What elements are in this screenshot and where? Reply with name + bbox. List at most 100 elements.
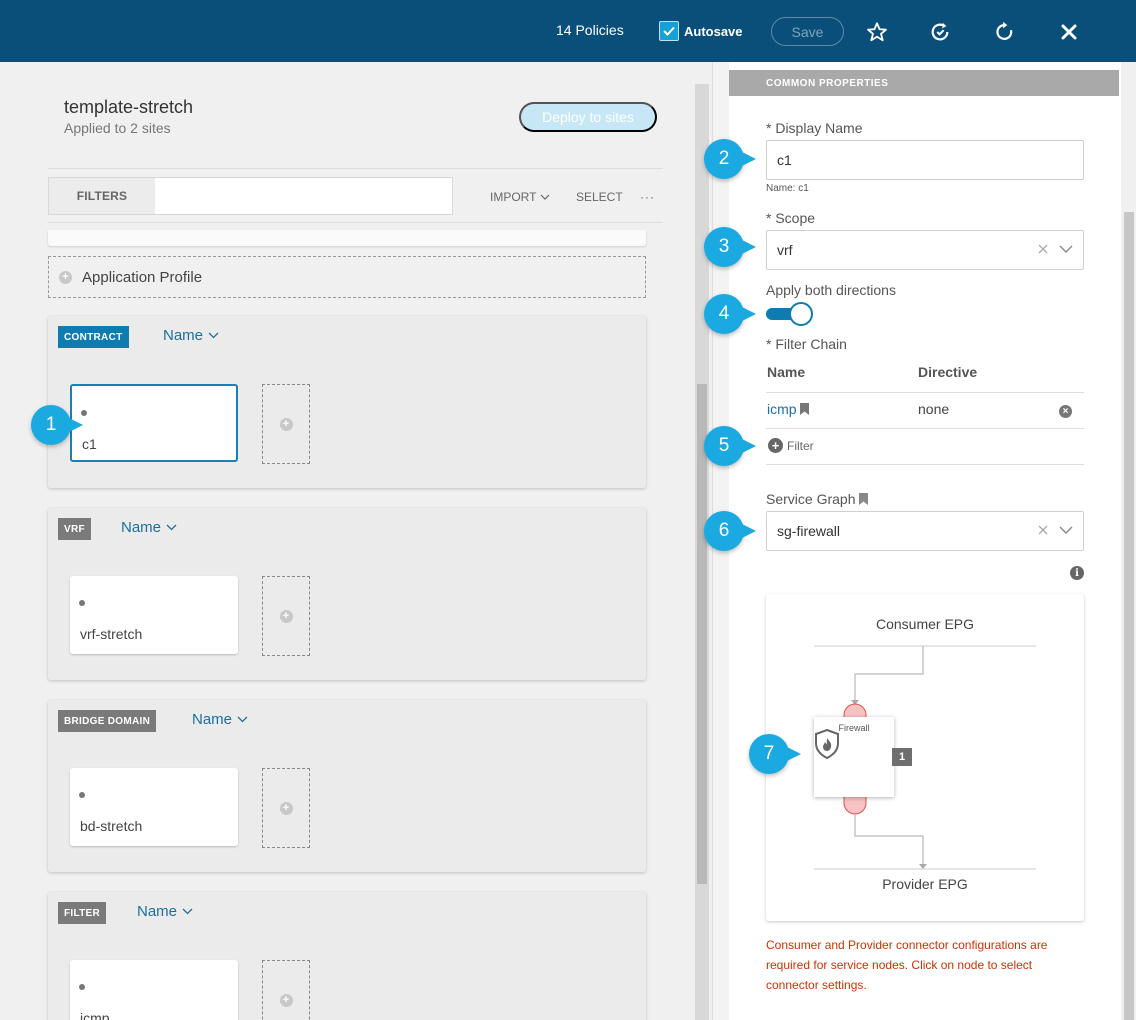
application-profile-label: Application Profile: [82, 268, 203, 286]
display-name-input[interactable]: c1: [766, 140, 1084, 180]
callout-5: 5: [704, 426, 756, 466]
add-filter-button[interactable]: + Filter: [768, 438, 814, 453]
object-name: bd-stretch: [80, 818, 143, 834]
callout-6: 6: [704, 511, 756, 551]
plus-circle-icon: +: [279, 609, 293, 623]
add-filter-label: Filter: [787, 438, 814, 453]
scrollbar-thumb[interactable]: [697, 384, 707, 884]
filter-name: icmp: [767, 401, 797, 417]
close-icon[interactable]: [1057, 20, 1081, 44]
callout-7: 7: [749, 734, 801, 774]
sort-by-name[interactable]: Name: [137, 903, 193, 920]
autosave-label: Autosave: [684, 23, 743, 39]
autosave-checkbox[interactable]: [659, 21, 679, 41]
service-graph-value: sg-firewall: [777, 523, 841, 539]
status-dot: [79, 792, 85, 798]
icmp-filter-card[interactable]: icmp: [70, 960, 238, 1020]
add-vrf-button[interactable]: +: [262, 576, 310, 656]
sort-by-name[interactable]: Name: [192, 711, 248, 728]
filter-section: FILTER Name icmp +: [48, 892, 646, 1020]
plus-circle-icon: +: [279, 801, 293, 815]
panel-scrollbar[interactable]: [1121, 62, 1136, 1020]
deploy-to-sites-button[interactable]: Deploy to sites: [519, 102, 657, 132]
provider-epg-label: Provider EPG: [882, 876, 968, 892]
import-menu[interactable]: IMPORT: [490, 190, 550, 204]
firewall-node[interactable]: Firewall: [814, 717, 894, 797]
collapsed-card: [48, 230, 646, 246]
vrf-tag: VRF: [58, 518, 91, 540]
apply-both-directions-toggle[interactable]: [766, 302, 813, 326]
callout-2: 2: [704, 139, 756, 179]
refresh-schedule-icon[interactable]: [928, 20, 952, 44]
column-header-name: Name: [767, 364, 806, 380]
divider: [766, 428, 1084, 429]
service-graph-label: Service Graph: [766, 491, 869, 507]
clear-icon[interactable]: [1037, 243, 1049, 255]
service-graph-diagram: Consumer EPG Firewall 1 Provider EPG: [766, 594, 1084, 921]
add-contract-button[interactable]: +: [262, 384, 310, 464]
more-options-icon[interactable]: ···: [640, 190, 655, 204]
template-applied-sites: Applied to 2 sites: [64, 120, 171, 136]
filter-directive: none: [918, 401, 950, 417]
filter-chain-icmp-link[interactable]: icmp: [767, 401, 809, 417]
node-count-badge: 1: [892, 748, 912, 766]
sort-by-name[interactable]: Name: [121, 519, 177, 536]
bookmark-icon: [859, 493, 869, 505]
bd-stretch-card[interactable]: bd-stretch: [70, 768, 238, 846]
vrf-section: VRF Name vrf-stretch +: [48, 508, 646, 680]
contract-c1-card[interactable]: c1: [70, 384, 238, 462]
scrollbar-thumb[interactable]: [1124, 212, 1134, 1020]
vrf-stretch-card[interactable]: vrf-stretch: [70, 576, 238, 654]
service-graph-select[interactable]: sg-firewall: [766, 511, 1084, 551]
name-note: Name: c1: [766, 183, 809, 194]
contract-section: CONTRACT Name c1 +: [48, 316, 646, 488]
add-filter-object-button[interactable]: +: [262, 960, 310, 1020]
autosave-toggle[interactable]: Autosave: [659, 21, 743, 41]
callout-4: 4: [704, 294, 756, 334]
clear-icon[interactable]: [1037, 524, 1049, 536]
sort-label: Name: [137, 903, 178, 920]
divider: [48, 168, 663, 169]
chevron-down-icon: [166, 524, 177, 531]
star-icon[interactable]: [865, 20, 889, 44]
callout-1: 1: [31, 405, 83, 445]
import-label: IMPORT: [490, 190, 537, 204]
scope-label: * Scope: [766, 210, 816, 226]
apply-both-directions-label: Apply both directions: [766, 282, 896, 298]
filter-chain-label: * Filter Chain: [766, 336, 847, 352]
filters-input[interactable]: [155, 178, 452, 214]
template-title: template-stretch: [64, 97, 194, 117]
select-button[interactable]: SELECT: [576, 190, 623, 204]
sort-by-name[interactable]: Name: [163, 327, 219, 344]
chevron-down-icon[interactable]: [1059, 526, 1073, 535]
status-dot: [81, 410, 87, 416]
save-button[interactable]: Save: [771, 17, 844, 46]
canvas-scrollbar[interactable]: [695, 84, 709, 1020]
filter-tag: FILTER: [58, 902, 107, 924]
checkmark-icon: [663, 26, 675, 36]
firewall-label: Firewall: [838, 723, 870, 733]
sort-label: Name: [192, 711, 233, 728]
scope-select[interactable]: vrf: [766, 230, 1084, 270]
info-icon[interactable]: i: [1070, 566, 1084, 580]
object-name: icmp: [80, 1010, 110, 1020]
add-bridge-domain-button[interactable]: +: [262, 768, 310, 848]
status-dot: [79, 984, 85, 990]
scope-value: vrf: [777, 242, 793, 258]
plus-circle-icon: +: [59, 270, 72, 284]
reload-icon[interactable]: [993, 20, 1017, 44]
column-header-directive: Directive: [918, 364, 978, 380]
template-canvas: template-stretch Applied to 2 sites Depl…: [0, 62, 712, 1020]
chevron-down-icon: [541, 194, 550, 200]
service-graph-label-text: Service Graph: [766, 491, 856, 507]
bridge-domain-section: BRIDGE DOMAIN Name bd-stretch +: [48, 700, 646, 872]
remove-filter-icon[interactable]: ×: [1059, 405, 1072, 418]
chevron-down-icon[interactable]: [1059, 245, 1073, 254]
add-application-profile[interactable]: + Application Profile: [48, 256, 646, 298]
filters-label: FILTERS: [49, 178, 155, 214]
plus-circle-icon: +: [279, 993, 293, 1007]
object-name: c1: [82, 436, 97, 452]
common-properties-header: COMMON PROPERTIES: [729, 70, 1119, 96]
divider: [48, 222, 663, 223]
top-bar: 14 Policies Autosave Save: [0, 0, 1136, 62]
